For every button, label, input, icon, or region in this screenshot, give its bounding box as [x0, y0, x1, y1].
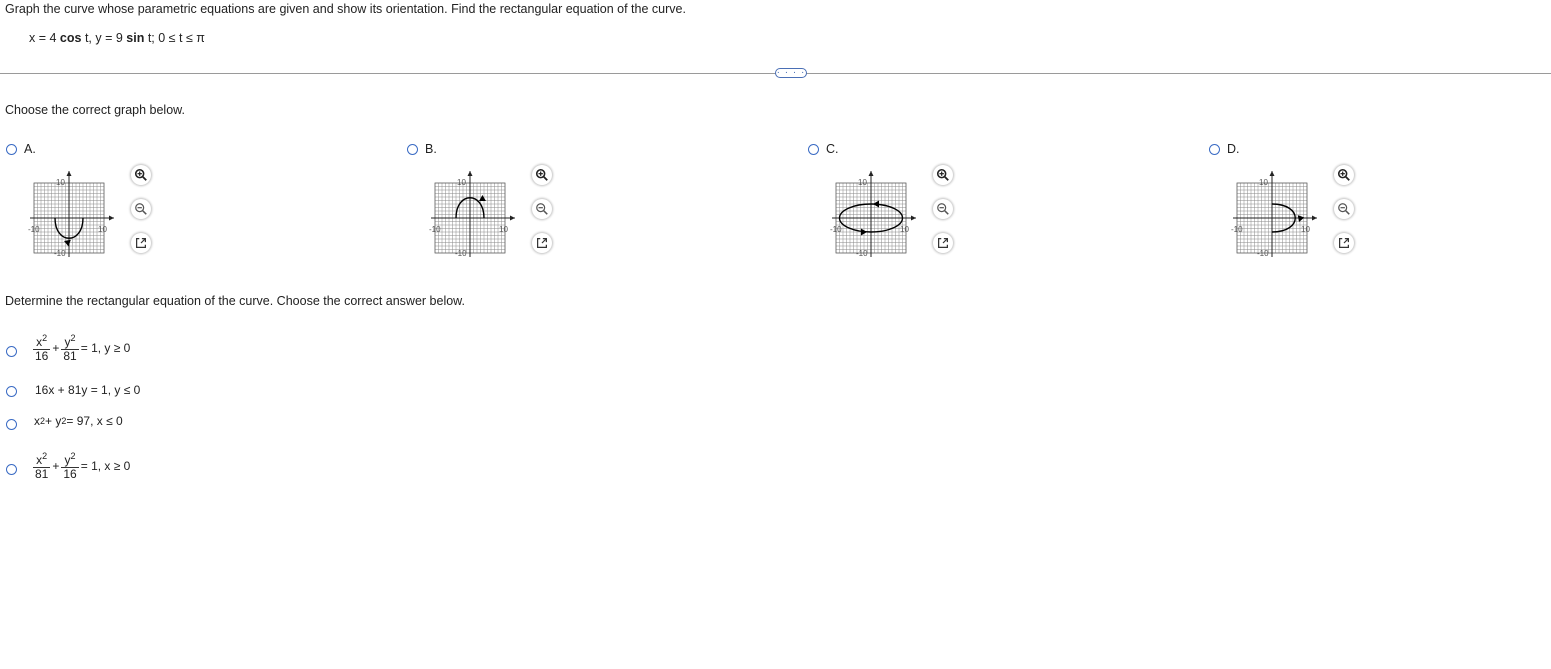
graph-thumbnail[interactable]: 10 -10 -10 10 [1229, 165, 1324, 265]
zoom-out-icon[interactable] [131, 199, 151, 219]
axes [832, 171, 916, 257]
graph-radio-c[interactable] [808, 144, 819, 155]
tick-label-top: 10 [858, 178, 867, 187]
tick-label-top: 10 [1259, 178, 1268, 187]
graph-canvas: 10 -10 -10 10 [1231, 171, 1317, 258]
question-instruction: Graph the curve whose parametric equatio… [5, 2, 686, 16]
graph-option-letter: A. [24, 142, 36, 156]
tick-label-left: -10 [1231, 225, 1243, 234]
graph-option-letter: D. [1227, 142, 1240, 156]
axes [1233, 171, 1317, 257]
answer-radio-3[interactable] [6, 419, 17, 430]
zoom-out-icon[interactable] [933, 199, 953, 219]
graph-canvas: 10 -10 -10 10 [28, 171, 114, 258]
answer-radio-2[interactable] [6, 386, 17, 397]
tick-label-right: 10 [900, 225, 909, 234]
tick-label-bottom: -10 [455, 249, 467, 258]
graph-radio-a[interactable] [6, 144, 17, 155]
zoom-in-icon[interactable] [933, 165, 953, 185]
tick-label-right: 10 [98, 225, 107, 234]
fraction-x2-16: x2 16 [33, 333, 51, 363]
orientation-arrow [479, 194, 486, 202]
graph-thumbnail[interactable]: 10 -10 -10 10 [26, 165, 121, 265]
fraction-x2-81: x2 81 [33, 451, 51, 481]
answer-radio-4[interactable] [6, 464, 17, 475]
graph-radio-b[interactable] [407, 144, 418, 155]
fraction-y2-81: y2 81 [61, 333, 79, 363]
zoom-out-icon[interactable] [532, 199, 552, 219]
orientation-arrow [873, 200, 879, 208]
equation-prompt: Determine the rectangular equation of th… [5, 294, 465, 308]
answer-4[interactable]: x2 81 + y2 16 = 1, x ≥ 0 [33, 450, 130, 481]
parametric-equations: x = 4 cos t, y = 9 sin t; 0 ≤ t ≤ π [29, 31, 205, 45]
fraction-y2-16: y2 16 [61, 451, 79, 481]
tick-label-right: 10 [1301, 225, 1310, 234]
eq-x-tail: t, y = 9 [81, 31, 127, 45]
graph-option-letter: C. [826, 142, 839, 156]
popout-icon[interactable] [1334, 233, 1354, 253]
tick-label-left: -10 [28, 225, 40, 234]
tick-label-bottom: -10 [54, 249, 66, 258]
eq-y-fn: sin [126, 31, 145, 45]
more-button[interactable]: · · · · [775, 68, 807, 78]
tick-label-bottom: -10 [1257, 249, 1269, 258]
graph-prompt: Choose the correct graph below. [5, 103, 185, 117]
graph-canvas: 10 -10 -10 10 [429, 171, 515, 258]
tick-label-top: 10 [56, 178, 65, 187]
tick-label-bottom: -10 [856, 249, 868, 258]
popout-icon[interactable] [131, 233, 151, 253]
answer-3[interactable]: x2 + y2 = 97, x ≤ 0 [34, 414, 123, 428]
zoom-in-icon[interactable] [131, 165, 151, 185]
popout-icon[interactable] [933, 233, 953, 253]
tick-label-top: 10 [457, 178, 466, 187]
axes [431, 171, 515, 257]
graph-radio-d[interactable] [1209, 144, 1220, 155]
answer-radio-1[interactable] [6, 346, 17, 357]
answer-1[interactable]: x2 16 + y2 81 = 1, y ≥ 0 [33, 332, 130, 363]
tick-label-left: -10 [429, 225, 441, 234]
eq-y-tail: t; 0 ≤ t ≤ π [144, 31, 205, 45]
eq-x-fn: cos [59, 31, 82, 45]
zoom-out-icon[interactable] [1334, 199, 1354, 219]
graph-canvas: 10 -10 -10 10 [830, 171, 916, 258]
axes [30, 171, 114, 257]
graph-option-letter: B. [425, 142, 437, 156]
answer-2[interactable]: 16x + 81y = 1, y ≤ 0 [35, 383, 140, 397]
eq-x-lhs: x = 4 [29, 31, 60, 45]
graph-thumbnail[interactable]: 10 -10 -10 10 [427, 165, 522, 265]
tick-label-left: -10 [830, 225, 842, 234]
zoom-in-icon[interactable] [532, 165, 552, 185]
popout-icon[interactable] [532, 233, 552, 253]
tick-label-right: 10 [499, 225, 508, 234]
graph-thumbnail[interactable]: 10 -10 -10 10 [828, 165, 923, 265]
zoom-in-icon[interactable] [1334, 165, 1354, 185]
